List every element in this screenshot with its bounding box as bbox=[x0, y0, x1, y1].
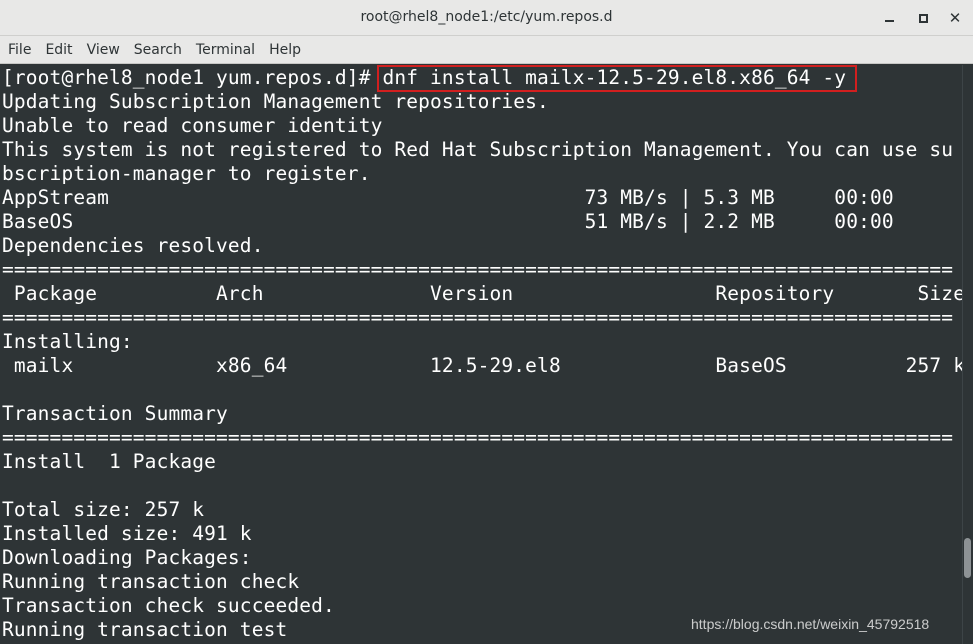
menu-edit[interactable]: Edit bbox=[39, 36, 78, 64]
terminal-line: Installing: bbox=[2, 330, 133, 353]
terminal-line: Package Arch Version Repository Size bbox=[2, 282, 962, 305]
menu-file[interactable]: File bbox=[2, 36, 37, 64]
window-titlebar[interactable]: root@rhel8_node1:/etc/yum.repos.d ✕ bbox=[0, 0, 973, 36]
terminal-output[interactable]: [root@rhel8_node1 yum.repos.d]# dnf inst… bbox=[0, 65, 962, 644]
terminal-line: Total size: 257 k bbox=[2, 498, 205, 521]
watermark: https://blog.csdn.net/weixin_45792518 bbox=[691, 616, 930, 632]
terminal-line: bscription-manager to register. bbox=[2, 162, 371, 185]
minimize-button[interactable] bbox=[877, 6, 901, 30]
menu-search[interactable]: Search bbox=[128, 36, 188, 64]
menu-view[interactable]: View bbox=[81, 36, 126, 64]
menu-bar: File Edit View Search Terminal Help bbox=[0, 36, 973, 64]
terminal-line: Downloading Packages: bbox=[2, 546, 252, 569]
close-button[interactable]: ✕ bbox=[943, 6, 967, 30]
terminal-line: Unable to read consumer identity bbox=[2, 114, 383, 137]
terminal-line: ========================================… bbox=[2, 306, 954, 329]
terminal-line: Install 1 Package bbox=[2, 450, 217, 473]
terminal-line: ========================================… bbox=[2, 258, 954, 281]
terminal-line: Transaction check succeeded. bbox=[2, 594, 335, 617]
terminal-line: Running transaction test bbox=[2, 618, 288, 641]
terminal-line: [root@rhel8_node1 yum.repos.d]# dnf inst… bbox=[2, 66, 847, 89]
terminal-line: Running transaction check bbox=[2, 570, 300, 593]
terminal-line: This system is not registered to Red Hat… bbox=[2, 138, 954, 161]
terminal-line: AppStream 73 MB/s | 5.3 MB 00:00 bbox=[2, 186, 894, 209]
terminal-line: BaseOS 51 MB/s | 2.2 MB 00:00 bbox=[2, 210, 894, 233]
menu-terminal[interactable]: Terminal bbox=[190, 36, 261, 64]
scrollbar-thumb[interactable] bbox=[964, 538, 971, 578]
close-icon: ✕ bbox=[948, 8, 962, 27]
terminal-line: Installed size: 491 k bbox=[2, 522, 252, 545]
menu-help[interactable]: Help bbox=[263, 36, 307, 64]
maximize-button[interactable] bbox=[911, 6, 935, 30]
window-title: root@rhel8_node1:/etc/yum.repos.d bbox=[360, 9, 613, 25]
terminal-line: Dependencies resolved. bbox=[2, 234, 264, 257]
terminal-line: ========================================… bbox=[2, 426, 954, 449]
minimize-icon bbox=[884, 20, 894, 22]
terminal-line: Transaction Summary bbox=[2, 402, 228, 425]
maximize-icon bbox=[918, 13, 928, 23]
terminal-line: Updating Subscription Management reposit… bbox=[2, 90, 549, 113]
terminal-line: mailx x86_64 12.5-29.el8 BaseOS 257 k bbox=[2, 354, 962, 377]
